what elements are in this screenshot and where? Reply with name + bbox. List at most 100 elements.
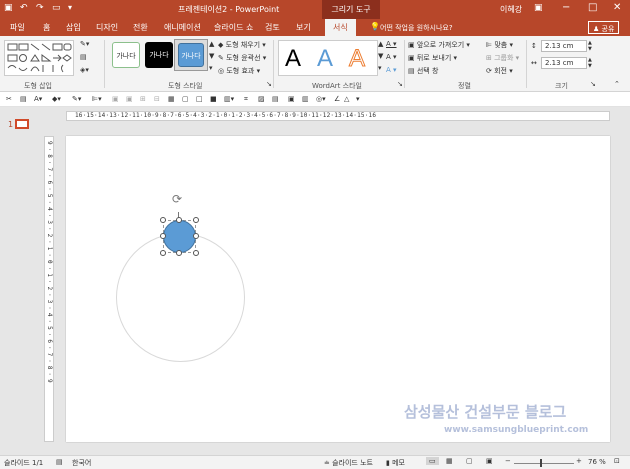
share-button[interactable]: ♟ 공유 (588, 21, 620, 34)
wordart-style-1[interactable]: A (285, 45, 301, 73)
shape-style-3-selected[interactable]: 가나다 (174, 39, 208, 71)
save-icon[interactable]: ▣ (4, 3, 13, 13)
selected-circle-shape[interactable] (163, 220, 196, 253)
resize-handle-sw[interactable] (160, 250, 166, 256)
shape-effects-button[interactable]: ◎ 도형 효과 ▾ (218, 66, 260, 76)
wordart-up-icon[interactable]: ▲ (378, 40, 383, 48)
height-spinner-icon[interactable]: ▲ ▼ (588, 40, 592, 52)
tab-slideshow[interactable]: 슬라이드 쇼 (214, 22, 253, 33)
shape-outline-icon[interactable]: ▢ (182, 95, 189, 103)
shape-fill-button[interactable]: ◆ 도형 채우기 ▾ (218, 40, 266, 50)
align-button[interactable]: ⊫ 맞춤 ▾ (486, 40, 513, 50)
wordart-style-3[interactable]: A (348, 45, 365, 73)
resize-handle-e[interactable] (193, 233, 199, 239)
send-back-icon[interactable]: ▣ (126, 95, 133, 103)
maximize-icon[interactable]: □ (588, 2, 597, 13)
tab-design[interactable]: 디자인 (96, 22, 118, 33)
group-button[interactable]: ⊞ 그룹화 ▾ (486, 53, 519, 63)
customize-qat-icon[interactable]: ▾ (68, 3, 72, 12)
circle-tools-icon[interactable]: ◎▾ (316, 95, 326, 103)
tab-view[interactable]: 보기 (296, 22, 311, 33)
bring-front-icon[interactable]: ▣ (112, 95, 119, 103)
zoom-slider-thumb[interactable] (540, 459, 542, 467)
merge-shapes-icon[interactable]: ◈▾ (80, 66, 89, 74)
shape-style-1[interactable]: 가나다 (112, 42, 140, 68)
line-color-icon[interactable]: ✎▾ (72, 95, 81, 103)
horizontal-ruler[interactable]: 16·15·14·13·12·11·10·9·8·7·6·5·4·3·2·1·0… (66, 111, 610, 121)
rotate-button[interactable]: ⟳ 회전 ▾ (486, 66, 513, 76)
resize-handle-s[interactable] (176, 250, 182, 256)
crop-icon[interactable]: ⌗ (244, 95, 248, 104)
user-name[interactable]: 이혜강 (500, 4, 522, 15)
tab-review[interactable]: 검토 (265, 22, 280, 33)
fill-color-icon[interactable]: ◆▾ (52, 95, 61, 103)
paste-icon[interactable]: ▤ (20, 95, 27, 103)
height-field[interactable]: 2.13 cm (541, 40, 587, 52)
rotate-handle-icon[interactable]: ⟳ (172, 192, 182, 206)
slideshow-view-icon[interactable]: ▣ (486, 457, 493, 465)
notes-button[interactable]: ≐ 슬라이드 노트 (324, 458, 373, 468)
slide-canvas[interactable]: ⟳ 삼성물산 건설부문 블로그 www.samsungblueprint.com (66, 136, 610, 442)
comments-button[interactable]: ▮ 메모 (386, 458, 405, 468)
fit-to-window-icon[interactable]: ⊡ (614, 457, 620, 465)
dialog-launcher-icon[interactable]: ↘ (397, 80, 403, 88)
tab-home[interactable]: 홈 (43, 22, 50, 33)
tab-file[interactable]: 파일 (10, 22, 25, 33)
vertical-ruler[interactable]: 9·8·7·6·5·4·3·2·1·0·1·2·3·4·5·6·7·8·9 (44, 136, 54, 442)
zoom-in-icon[interactable]: + (576, 457, 582, 465)
dialog-launcher-icon[interactable]: ↘ (590, 80, 596, 88)
slide-sorter-icon[interactable]: ▦ (446, 457, 453, 465)
angle-icon[interactable]: ∠ (334, 95, 340, 103)
shapes-gallery[interactable] (4, 40, 74, 76)
tab-format[interactable]: 서식 (325, 19, 356, 36)
rectangle-filled-icon[interactable]: ■ (210, 95, 217, 103)
reading-view-icon[interactable]: ▢ (466, 457, 473, 465)
ungroup-icon[interactable]: ⊟ (154, 95, 160, 103)
selection-pane-button[interactable]: ▤ 선택 창 (408, 66, 438, 76)
resize-handle-nw[interactable] (160, 217, 166, 223)
more-tools-icon[interactable]: ▾ (356, 95, 360, 103)
picture-icon[interactable]: ▨ (258, 95, 265, 103)
close-icon[interactable]: ✕ (613, 2, 621, 13)
text-outline-icon[interactable]: A ▾ (386, 53, 397, 61)
gallery-down-icon[interactable]: ▼ (209, 52, 214, 60)
tab-insert[interactable]: 삽입 (66, 22, 81, 33)
rectangle-icon[interactable]: □ (196, 95, 203, 103)
bring-forward-button[interactable]: ▣ 앞으로 가져오기 ▾ (408, 40, 470, 50)
send-backward-button[interactable]: ▣ 뒤로 보내기 ▾ (408, 53, 457, 63)
redo-icon[interactable]: ↷ (36, 3, 44, 13)
wordart-down-icon[interactable]: ▼ (378, 52, 383, 60)
resize-handle-n[interactable] (176, 217, 182, 223)
ribbon-display-icon[interactable]: ▣ (534, 3, 543, 13)
duplicate-icon[interactable]: ▥ (302, 95, 309, 103)
wordart-more-icon[interactable]: ▾ (378, 64, 382, 72)
zoom-out-icon[interactable]: − (505, 457, 511, 465)
tell-me-input[interactable]: 어떤 작업을 원하시나요? (380, 23, 453, 33)
align-objects-icon[interactable]: ⊫▾ (92, 95, 102, 103)
collapse-ribbon-icon[interactable]: ⌃ (614, 80, 620, 88)
tab-animations[interactable]: 애니메이션 (164, 22, 201, 33)
format-painter-icon[interactable]: ✂ (6, 95, 12, 103)
spellcheck-icon[interactable]: ▤ (56, 458, 63, 466)
minimize-icon[interactable]: − (562, 2, 570, 13)
normal-view-icon[interactable]: ▭ (426, 457, 439, 465)
copy-icon[interactable]: ▤ (272, 95, 279, 103)
gallery-more-icon[interactable]: ▾ (209, 64, 213, 72)
wordart-gallery[interactable]: A A A (278, 40, 378, 76)
resize-handle-se[interactable] (193, 250, 199, 256)
dialog-launcher-icon[interactable]: ↘ (266, 80, 272, 88)
shape-style-2[interactable]: 가나다 (145, 42, 173, 68)
gallery-up-icon[interactable]: ▲ (209, 40, 214, 48)
font-color-icon[interactable]: A▾ (34, 95, 42, 103)
edit-shape-icon[interactable]: ✎▾ (80, 40, 89, 48)
insert-table-icon[interactable]: ▦ (168, 95, 175, 103)
resize-handle-ne[interactable] (193, 217, 199, 223)
save-as-picture-icon[interactable]: ▣ (288, 95, 295, 103)
shape-outline-button[interactable]: ✎ 도형 윤곽선 ▾ (218, 53, 266, 63)
text-fill-icon[interactable]: A ▾ (386, 40, 397, 48)
group-icon[interactable]: ⊞ (140, 95, 146, 103)
wordart-style-2[interactable]: A (317, 45, 333, 73)
tab-transitions[interactable]: 전환 (133, 22, 148, 33)
present-icon[interactable]: ▭ (52, 3, 61, 13)
language[interactable]: 한국어 (72, 458, 91, 468)
